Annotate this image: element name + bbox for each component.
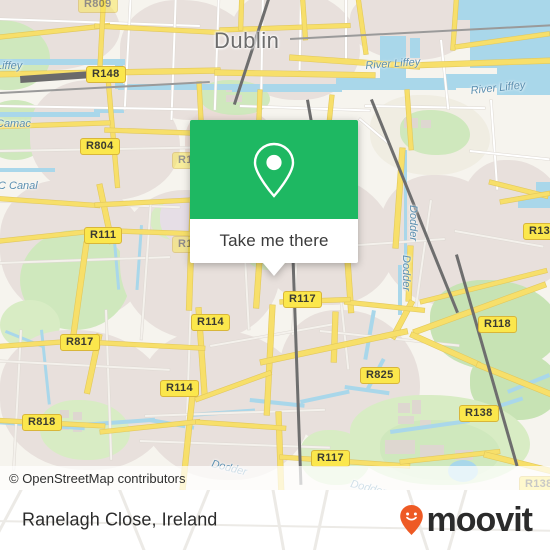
map-canvas[interactable]: Dublin River LiffeyRiver LiffeyLiffeyCam… bbox=[0, 0, 550, 490]
popup-pointer bbox=[263, 263, 285, 276]
water-body bbox=[0, 168, 55, 172]
popup-action-bar[interactable]: Take me there bbox=[190, 219, 358, 276]
road-shield: R117 bbox=[283, 291, 322, 308]
road-shield: R131 bbox=[523, 223, 550, 240]
watermark-line bbox=[268, 490, 291, 550]
moovit-map-screen: Dublin River LiffeyRiver LiffeyLiffeyCam… bbox=[0, 0, 550, 550]
popup-pin-area bbox=[190, 120, 358, 219]
water-body bbox=[232, 84, 342, 92]
destination-popup[interactable]: Take me there bbox=[190, 120, 358, 276]
building bbox=[385, 440, 415, 454]
building bbox=[398, 416, 414, 424]
road-shield: R111 bbox=[84, 227, 123, 244]
road-shield: R818 bbox=[22, 414, 62, 431]
road-shield: R118 bbox=[478, 316, 517, 333]
water-body bbox=[336, 78, 456, 90]
water-label: C Canal bbox=[0, 180, 38, 192]
water-label: Liffey bbox=[0, 60, 23, 72]
road-shield: R817 bbox=[60, 334, 100, 351]
road bbox=[345, 0, 347, 60]
building bbox=[412, 400, 421, 414]
road-shield: R148 bbox=[86, 66, 126, 83]
location-pin-icon bbox=[253, 142, 295, 198]
place-label: Dublin bbox=[214, 28, 280, 53]
road-shield: R825 bbox=[360, 367, 400, 384]
water-label: Camac bbox=[0, 118, 31, 130]
location-title: Ranelagh Close, Ireland bbox=[22, 509, 218, 530]
bottom-bar: Ranelagh Close, Ireland moovit bbox=[0, 490, 550, 550]
building bbox=[73, 412, 82, 420]
water-body bbox=[410, 38, 420, 58]
water-body bbox=[0, 112, 100, 117]
road-shield: R114 bbox=[191, 314, 230, 331]
take-me-there-label: Take me there bbox=[219, 231, 329, 250]
water-label: River Liffey bbox=[365, 56, 421, 72]
map-attribution: © OpenStreetMap contributors bbox=[0, 466, 550, 490]
building bbox=[398, 403, 410, 413]
road-shield: R138 bbox=[459, 405, 499, 422]
road-shield: R114 bbox=[160, 380, 199, 397]
attribution-text: © OpenStreetMap contributors bbox=[9, 470, 186, 486]
watermark-line bbox=[307, 490, 333, 550]
moovit-brand[interactable]: moovit bbox=[399, 501, 533, 539]
road-shield: R117 bbox=[311, 450, 350, 467]
road-shield: R804 bbox=[80, 138, 120, 155]
road-shield: R809 bbox=[78, 0, 118, 13]
moovit-smiley-pin-icon bbox=[399, 504, 424, 536]
water-label: Dodder bbox=[400, 255, 412, 292]
building bbox=[421, 120, 431, 128]
moovit-wordmark: moovit bbox=[426, 501, 533, 539]
water-label: Dodder bbox=[407, 205, 419, 242]
